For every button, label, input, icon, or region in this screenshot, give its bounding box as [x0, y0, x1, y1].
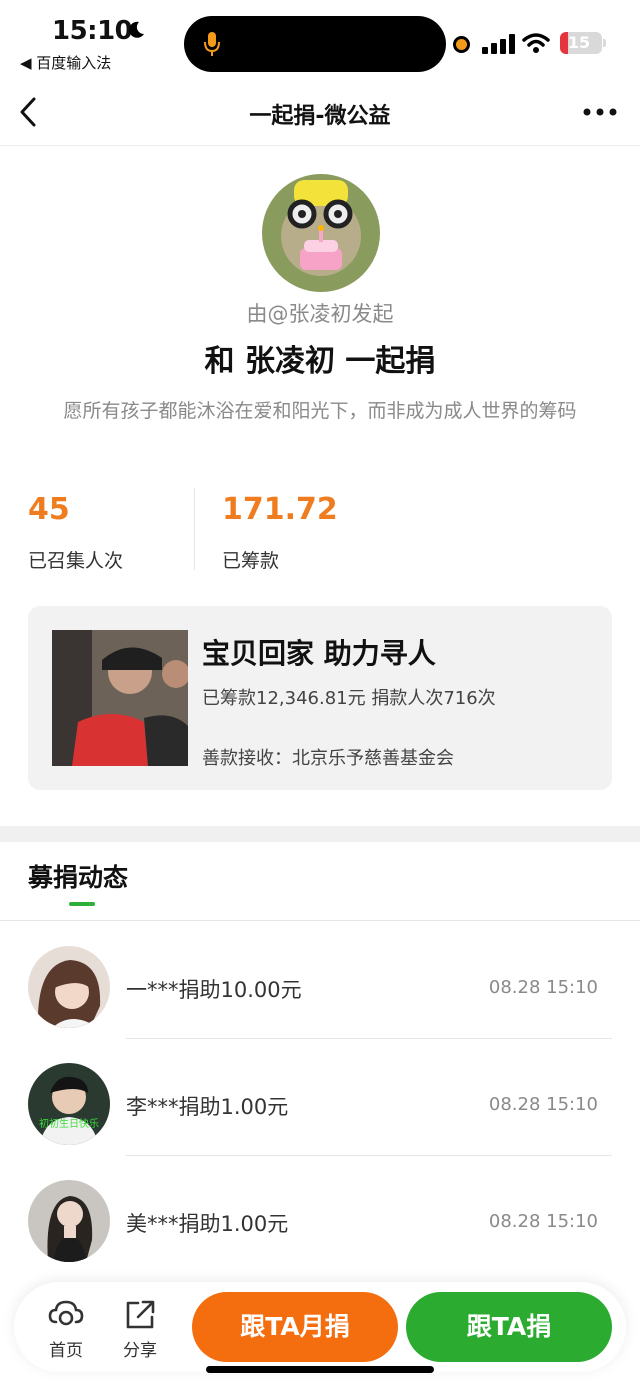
section-divider: [0, 826, 640, 842]
home-indicator[interactable]: [206, 1366, 434, 1373]
participants-stat: 45 已召集人次: [28, 492, 123, 573]
raised-label: 已筹款: [222, 550, 280, 572]
donate-button[interactable]: 跟TA捐: [406, 1292, 612, 1362]
battery-icon: 15: [560, 32, 606, 54]
project-recipient: 善款接收：北京乐予慈善基金会: [202, 748, 454, 769]
wifi-icon: [522, 33, 550, 53]
status-bar: 15:10 ◀ 百度输入法 15: [0, 0, 640, 80]
recording-indicator-icon: [453, 36, 470, 53]
donation-text: 美***捐助1.00元: [126, 1212, 289, 1236]
project-card[interactable]: 宝贝回家 助力寻人 已筹款12,346.81元 捐款人次716次 善款接收：北京…: [28, 606, 612, 790]
avatar-caption: 初初生日快乐: [39, 1117, 99, 1130]
donation-row: 初初生日快乐 李***捐助1.00元 08.28 15:10: [0, 1039, 640, 1156]
bottom-action-bar: 首页 分享 跟TA月捐 跟TA捐: [14, 1282, 626, 1372]
donation-text: 一***捐助10.00元: [126, 978, 302, 1002]
stats-divider: [194, 488, 195, 570]
page-title: 一起捐-微公益: [249, 104, 391, 129]
donation-time: 08.28 15:10: [488, 1211, 598, 1232]
microphone-icon: [204, 32, 220, 56]
weibo-home-icon: [48, 1300, 84, 1326]
share-tab-label: 分享: [123, 1341, 157, 1361]
feed-title[interactable]: 募捐动态: [28, 858, 128, 894]
dynamic-island: [184, 16, 446, 72]
campaign-headline: 和 张凌初 一起捐: [204, 344, 436, 379]
back-to-app-link[interactable]: ◀ 百度输入法: [20, 52, 111, 73]
initiator-label[interactable]: 由@张凌初发起: [0, 298, 640, 328]
share-tab[interactable]: 分享: [118, 1298, 162, 1361]
home-tab[interactable]: 首页: [44, 1298, 88, 1361]
donation-text: 李***捐助1.00元: [126, 1095, 289, 1119]
donation-time: 08.28 15:10: [488, 1094, 598, 1115]
campaign-slogan: 愿所有孩子都能沐浴在爱和阳光下，而非成为成人世界的筹码: [63, 400, 577, 422]
donation-row: 美***捐助1.00元 08.28 15:10: [0, 1156, 640, 1273]
monthly-donate-button[interactable]: 跟TA月捐: [192, 1292, 398, 1362]
donor-avatar[interactable]: 初初生日快乐: [28, 1063, 110, 1145]
project-title: 宝贝回家 助力寻人: [202, 637, 436, 670]
project-thumbnail: [52, 630, 188, 766]
donation-time: 08.28 15:10: [488, 977, 598, 998]
navigation-bar: 一起捐-微公益: [0, 80, 640, 146]
project-raised-info: 已筹款12,346.81元 捐款人次716次: [202, 688, 496, 709]
cellular-signal-icon: [482, 34, 515, 54]
donation-row: 一***捐助10.00元 08.28 15:10: [0, 922, 640, 1039]
donor-avatar[interactable]: [28, 1180, 110, 1262]
share-icon: [126, 1300, 155, 1329]
home-tab-label: 首页: [49, 1341, 83, 1361]
donor-avatar[interactable]: [28, 946, 110, 1028]
more-dots-icon[interactable]: [582, 106, 618, 118]
raised-value: 171.72: [222, 492, 338, 527]
moon-icon: [129, 21, 144, 38]
status-time: 15:10: [52, 16, 133, 46]
initiator-avatar[interactable]: [262, 174, 380, 292]
participants-label: 已召集人次: [28, 550, 124, 572]
battery-level: 15: [567, 33, 591, 52]
feed-header-divider: [0, 920, 640, 921]
raised-stat: 171.72 已筹款: [222, 492, 338, 573]
feed-tab-underline: [69, 902, 95, 906]
participants-value: 45: [28, 492, 70, 527]
